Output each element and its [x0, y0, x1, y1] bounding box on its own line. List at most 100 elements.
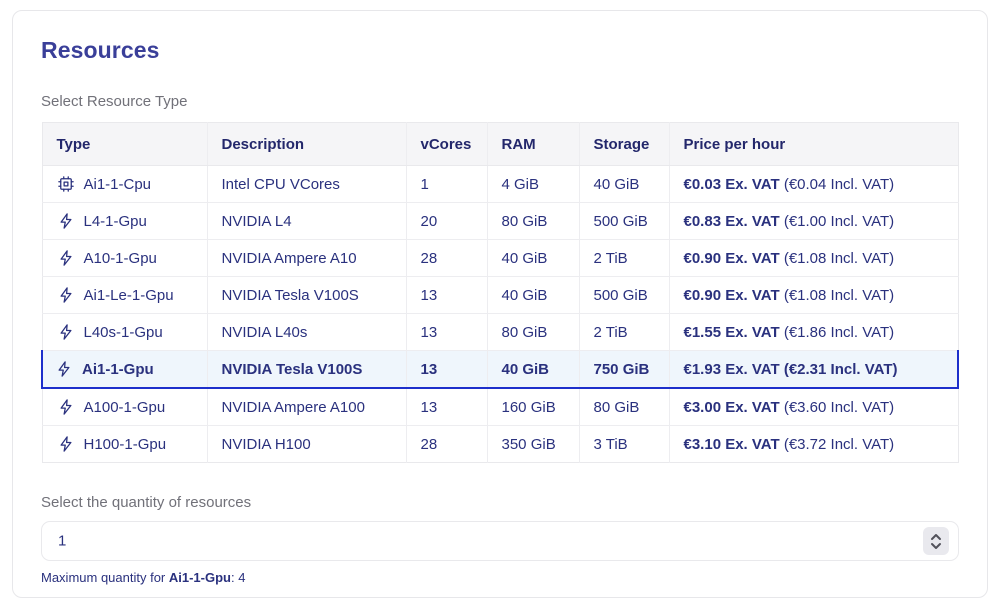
resource-vcores: 1 — [406, 166, 487, 203]
resource-description: NVIDIA L40s — [207, 314, 406, 351]
resource-ram: 40 GiB — [487, 240, 579, 277]
price-ex-vat: €1.55 Ex. VAT — [684, 324, 780, 341]
quantity-stepper[interactable] — [923, 527, 949, 555]
resource-price: €3.10 Ex. VAT (€3.72 Incl. VAT) — [669, 426, 958, 463]
lightning-bolt-icon — [57, 212, 75, 230]
quantity-value: 1 — [58, 533, 66, 550]
resource-ram: 350 GiB — [487, 426, 579, 463]
resource-storage: 80 GiB — [579, 388, 669, 426]
resource-type-label: Select Resource Type — [41, 93, 959, 110]
resource-ram: 160 GiB — [487, 388, 579, 426]
table-row[interactable]: Ai1-Le-1-Gpu NVIDIA Tesla V100S 13 40 Gi… — [42, 277, 958, 314]
table-row[interactable]: A100-1-Gpu NVIDIA Ampere A100 13 160 GiB… — [42, 388, 958, 426]
resource-type-name: A10-1-Gpu — [84, 250, 157, 267]
price-ex-vat: €0.90 Ex. VAT — [684, 250, 780, 267]
resource-price: €1.55 Ex. VAT (€1.86 Incl. VAT) — [669, 314, 958, 351]
price-ex-vat: €1.93 Ex. VAT — [684, 361, 780, 378]
resource-description: NVIDIA Ampere A10 — [207, 240, 406, 277]
lightning-bolt-icon — [57, 435, 75, 453]
resource-price: €0.90 Ex. VAT (€1.08 Incl. VAT) — [669, 240, 958, 277]
table-row[interactable]: A10-1-Gpu NVIDIA Ampere A10 28 40 GiB 2 … — [42, 240, 958, 277]
resource-type-name: Ai1-Le-1-Gpu — [84, 287, 174, 304]
resources-card: Resources Select Resource Type TypeDescr… — [12, 10, 988, 598]
resource-storage: 3 TiB — [579, 426, 669, 463]
column-header: Description — [207, 123, 406, 166]
resource-ram: 40 GiB — [487, 277, 579, 314]
price-ex-vat: €3.10 Ex. VAT — [684, 436, 780, 453]
resource-vcores: 28 — [406, 240, 487, 277]
price-incl-vat: (€0.04 Incl. VAT) — [780, 176, 895, 193]
resource-price: €0.03 Ex. VAT (€0.04 Incl. VAT) — [669, 166, 958, 203]
resource-description: NVIDIA Tesla V100S — [207, 277, 406, 314]
resource-type-name: L4-1-Gpu — [84, 213, 147, 230]
table-row[interactable]: Ai1-1-Gpu NVIDIA Tesla V100S 13 40 GiB 7… — [42, 351, 958, 389]
resource-vcores: 13 — [406, 277, 487, 314]
price-ex-vat: €3.00 Ex. VAT — [684, 399, 780, 416]
quantity-input[interactable]: 1 — [41, 521, 959, 561]
quantity-label: Select the quantity of resources — [41, 494, 959, 511]
resource-description: NVIDIA Ampere A100 — [207, 388, 406, 426]
page-title: Resources — [41, 37, 959, 64]
resource-ram: 80 GiB — [487, 314, 579, 351]
resource-table: TypeDescriptionvCoresRAMStoragePrice per… — [41, 122, 959, 463]
table-row[interactable]: L4-1-Gpu NVIDIA L4 20 80 GiB 500 GiB €0.… — [42, 203, 958, 240]
resource-type-name: L40s-1-Gpu — [84, 324, 163, 341]
resource-price: €0.83 Ex. VAT (€1.00 Incl. VAT) — [669, 203, 958, 240]
resource-storage: 2 TiB — [579, 314, 669, 351]
resource-description: NVIDIA H100 — [207, 426, 406, 463]
chevron-up-icon[interactable] — [930, 533, 942, 541]
column-header: Type — [42, 123, 207, 166]
resource-storage: 500 GiB — [579, 203, 669, 240]
resource-ram: 4 GiB — [487, 166, 579, 203]
lightning-bolt-icon — [57, 286, 75, 304]
resource-description: NVIDIA Tesla V100S — [207, 351, 406, 389]
price-incl-vat: (€1.08 Incl. VAT) — [780, 250, 895, 267]
resource-description: Intel CPU VCores — [207, 166, 406, 203]
resource-vcores: 13 — [406, 314, 487, 351]
max-quantity-note: Maximum quantity for Ai1-1-Gpu: 4 — [41, 570, 959, 585]
resource-storage: 2 TiB — [579, 240, 669, 277]
column-header: vCores — [406, 123, 487, 166]
resource-price: €0.90 Ex. VAT (€1.08 Incl. VAT) — [669, 277, 958, 314]
lightning-bolt-icon — [57, 249, 75, 267]
resource-vcores: 28 — [406, 426, 487, 463]
price-ex-vat: €0.90 Ex. VAT — [684, 287, 780, 304]
resource-vcores: 13 — [406, 388, 487, 426]
resource-ram: 40 GiB — [487, 351, 579, 389]
price-incl-vat: (€2.31 Incl. VAT) — [780, 361, 898, 378]
resource-storage: 750 GiB — [579, 351, 669, 389]
resource-type-name: H100-1-Gpu — [84, 436, 167, 453]
resource-storage: 40 GiB — [579, 166, 669, 203]
resource-type-name: A100-1-Gpu — [84, 399, 166, 416]
resource-vcores: 13 — [406, 351, 487, 389]
lightning-bolt-icon — [57, 323, 75, 341]
resource-price: €1.93 Ex. VAT (€2.31 Incl. VAT) — [669, 351, 958, 389]
price-incl-vat: (€1.08 Incl. VAT) — [780, 287, 895, 304]
price-incl-vat: (€1.86 Incl. VAT) — [780, 324, 895, 341]
table-row[interactable]: Ai1-1-Cpu Intel CPU VCores 1 4 GiB 40 Gi… — [42, 166, 958, 203]
price-ex-vat: €0.03 Ex. VAT — [684, 176, 780, 193]
resource-storage: 500 GiB — [579, 277, 669, 314]
table-header-row: TypeDescriptionvCoresRAMStoragePrice per… — [42, 123, 958, 166]
cpu-chip-icon — [57, 175, 75, 193]
chevron-down-icon[interactable] — [930, 542, 942, 550]
column-header: RAM — [487, 123, 579, 166]
table-row[interactable]: H100-1-Gpu NVIDIA H100 28 350 GiB 3 TiB … — [42, 426, 958, 463]
price-incl-vat: (€1.00 Incl. VAT) — [780, 213, 895, 230]
resource-price: €3.00 Ex. VAT (€3.60 Incl. VAT) — [669, 388, 958, 426]
price-incl-vat: (€3.60 Incl. VAT) — [780, 399, 895, 416]
lightning-bolt-icon — [57, 398, 75, 416]
resource-type-name: Ai1-1-Cpu — [84, 176, 152, 193]
resource-ram: 80 GiB — [487, 203, 579, 240]
price-ex-vat: €0.83 Ex. VAT — [684, 213, 780, 230]
column-header: Storage — [579, 123, 669, 166]
resource-description: NVIDIA L4 — [207, 203, 406, 240]
resource-type-name: Ai1-1-Gpu — [82, 361, 154, 378]
price-incl-vat: (€3.72 Incl. VAT) — [780, 436, 895, 453]
column-header: Price per hour — [669, 123, 958, 166]
resource-table-body: Ai1-1-Cpu Intel CPU VCores 1 4 GiB 40 Gi… — [42, 166, 958, 463]
table-row[interactable]: L40s-1-Gpu NVIDIA L40s 13 80 GiB 2 TiB €… — [42, 314, 958, 351]
resource-vcores: 20 — [406, 203, 487, 240]
max-quantity-resource: Ai1-1-Gpu — [169, 570, 231, 585]
lightning-bolt-icon — [55, 360, 73, 378]
